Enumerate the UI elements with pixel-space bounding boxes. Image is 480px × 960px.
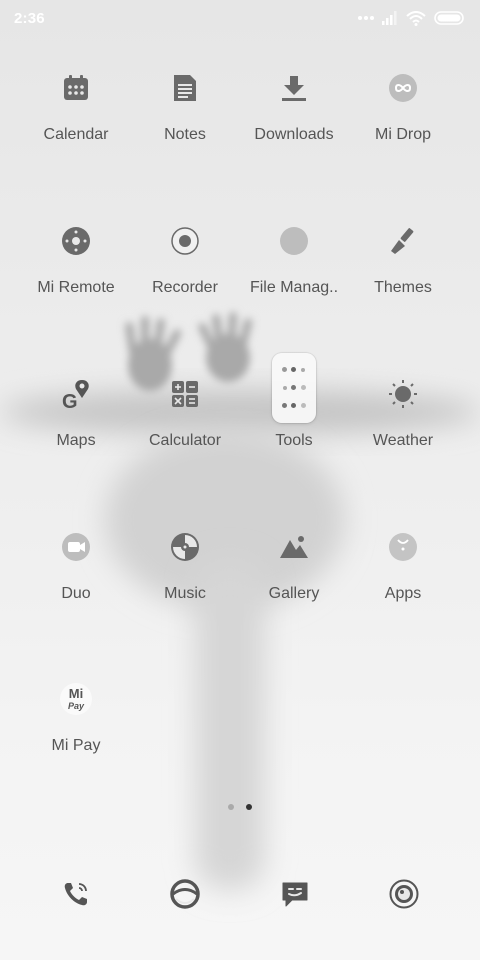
app-label: Music <box>164 585 206 602</box>
app-themes[interactable]: Themes <box>348 219 458 297</box>
battery-icon <box>434 11 464 25</box>
app-notes[interactable]: Notes <box>130 66 240 144</box>
app-mi-pay[interactable]: Mi Pay Mi Pay <box>21 677 131 755</box>
app-calculator[interactable]: Calculator <box>130 372 240 450</box>
wallpaper-figure <box>0 312 480 890</box>
camera-icon[interactable] <box>382 872 426 916</box>
app-label: Gallery <box>268 585 320 602</box>
app-label: Mi Pay <box>51 737 101 754</box>
calendar-icon <box>54 66 98 110</box>
page-dot[interactable] <box>228 804 234 810</box>
app-downloads[interactable]: Downloads <box>239 66 349 144</box>
wifi-icon <box>406 10 426 26</box>
app-label: Apps <box>384 585 422 602</box>
store-bag-icon <box>381 525 425 569</box>
cellular-signal-icon <box>382 11 397 25</box>
phone-icon[interactable] <box>54 872 98 916</box>
app-recorder[interactable]: Recorder <box>130 219 240 297</box>
download-icon <box>272 66 316 110</box>
app-label: Notes <box>164 126 206 143</box>
app-label: Weather <box>372 432 434 449</box>
browser-icon[interactable] <box>163 872 207 916</box>
app-calendar[interactable]: Calendar <box>21 66 131 144</box>
app-label: Themes <box>374 279 432 296</box>
clock-time: 2:36 <box>14 9 45 27</box>
app-label: Calculator <box>148 432 222 449</box>
app-apps-store[interactable]: Apps <box>348 525 458 603</box>
app-label: Mi Drop <box>374 126 431 143</box>
page-indicator <box>0 804 480 810</box>
app-mi-drop[interactable]: Mi Drop <box>348 66 458 144</box>
maps-icon: G <box>54 372 98 416</box>
infinity-icon <box>381 66 425 110</box>
brush-icon <box>381 219 425 263</box>
app-mi-remote[interactable]: Mi Remote <box>21 219 131 297</box>
calculator-icon <box>163 372 207 416</box>
disc-icon <box>163 525 207 569</box>
app-label: Tools <box>275 432 313 449</box>
status-bar: 2:36 <box>0 0 480 36</box>
app-file-manager[interactable]: File Manag.. <box>239 219 349 297</box>
app-label: Maps <box>56 432 96 449</box>
dock <box>0 872 480 922</box>
mipay-logo-pay: Pay <box>68 701 85 711</box>
app-weather[interactable]: Weather <box>348 372 458 450</box>
svg-text:G: G <box>62 391 78 410</box>
app-label: Recorder <box>152 279 218 296</box>
page-dot-active[interactable] <box>246 804 252 810</box>
sun-icon <box>381 372 425 416</box>
app-maps[interactable]: G Maps <box>21 372 131 450</box>
remote-icon <box>54 219 98 263</box>
app-music[interactable]: Music <box>130 525 240 603</box>
signal-dots-icon <box>358 16 374 20</box>
notes-icon <box>163 66 207 110</box>
app-gallery[interactable]: Gallery <box>239 525 349 603</box>
app-label: Duo <box>61 585 91 602</box>
mi-pay-icon: Mi Pay <box>54 677 98 721</box>
message-icon[interactable] <box>273 872 317 916</box>
app-duo[interactable]: Duo <box>21 525 131 603</box>
mountain-icon <box>272 525 316 569</box>
status-icons <box>358 10 466 26</box>
app-label: File Manag.. <box>249 279 339 296</box>
video-camera-icon <box>54 525 98 569</box>
app-label: Mi Remote <box>37 279 115 296</box>
folder-icon <box>272 219 316 263</box>
app-label: Calendar <box>43 126 109 143</box>
app-tools-folder[interactable]: Tools <box>239 352 349 450</box>
folder-grid-icon <box>272 352 316 423</box>
mipay-logo-mi: Mi <box>69 686 83 701</box>
tools-folder-preview <box>272 352 316 423</box>
record-icon <box>163 219 207 263</box>
app-label: Downloads <box>254 126 334 143</box>
